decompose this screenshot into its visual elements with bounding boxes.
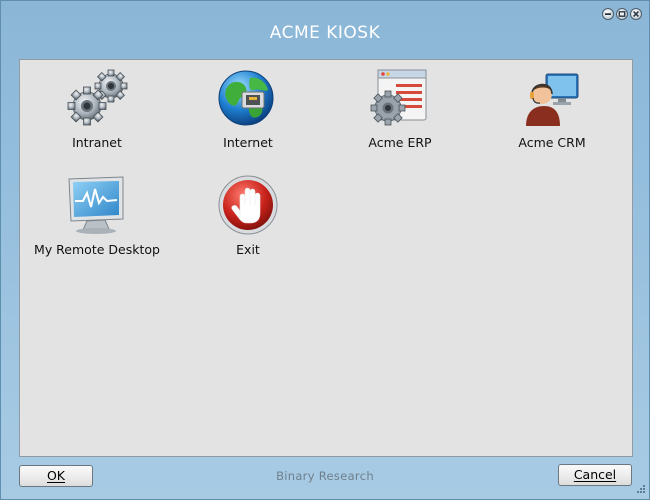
kiosk-window: ACME KIOSK Intranet Internet Acme ERP Ac… bbox=[0, 0, 650, 500]
app-label: Intranet bbox=[72, 135, 122, 150]
title-bar[interactable]: ACME KIOSK bbox=[1, 1, 649, 57]
app-label: Acme CRM bbox=[518, 135, 586, 150]
app-label: My Remote Desktop bbox=[34, 242, 160, 257]
app-tile-acme-crm[interactable]: Acme CRM bbox=[477, 66, 627, 150]
app-tile-exit[interactable]: Exit bbox=[173, 173, 323, 257]
brand-label: Binary Research bbox=[276, 469, 374, 483]
maximize-icon[interactable] bbox=[616, 8, 628, 20]
close-icon[interactable] bbox=[630, 8, 642, 20]
app-launcher-panel: Intranet Internet Acme ERP Acme CRM My R… bbox=[19, 59, 633, 457]
app-tile-acme-erp[interactable]: Acme ERP bbox=[325, 66, 475, 150]
app-label: Internet bbox=[223, 135, 273, 150]
app-label: Acme ERP bbox=[368, 135, 432, 150]
app-tile-my-remote-desktop[interactable]: My Remote Desktop bbox=[22, 173, 172, 257]
window-controls bbox=[602, 8, 642, 20]
app-label: Exit bbox=[236, 242, 260, 257]
cancel-button[interactable]: Cancel bbox=[558, 464, 632, 486]
window-title: ACME KIOSK bbox=[269, 23, 381, 43]
crm-agent-icon bbox=[526, 73, 579, 126]
app-tile-intranet[interactable]: Intranet bbox=[22, 66, 172, 150]
gears-icon bbox=[67, 69, 128, 126]
monitor-icon bbox=[68, 176, 124, 234]
minimize-icon[interactable] bbox=[602, 8, 614, 20]
stop-hand-icon bbox=[218, 175, 278, 235]
erp-window-icon bbox=[370, 69, 427, 126]
resize-grip-icon[interactable] bbox=[634, 484, 646, 496]
cancel-label: Cancel bbox=[573, 467, 617, 482]
globe-icon bbox=[218, 70, 274, 126]
app-tile-internet[interactable]: Internet bbox=[173, 66, 323, 150]
footer-bar: OK Binary Research Cancel bbox=[1, 461, 649, 499]
